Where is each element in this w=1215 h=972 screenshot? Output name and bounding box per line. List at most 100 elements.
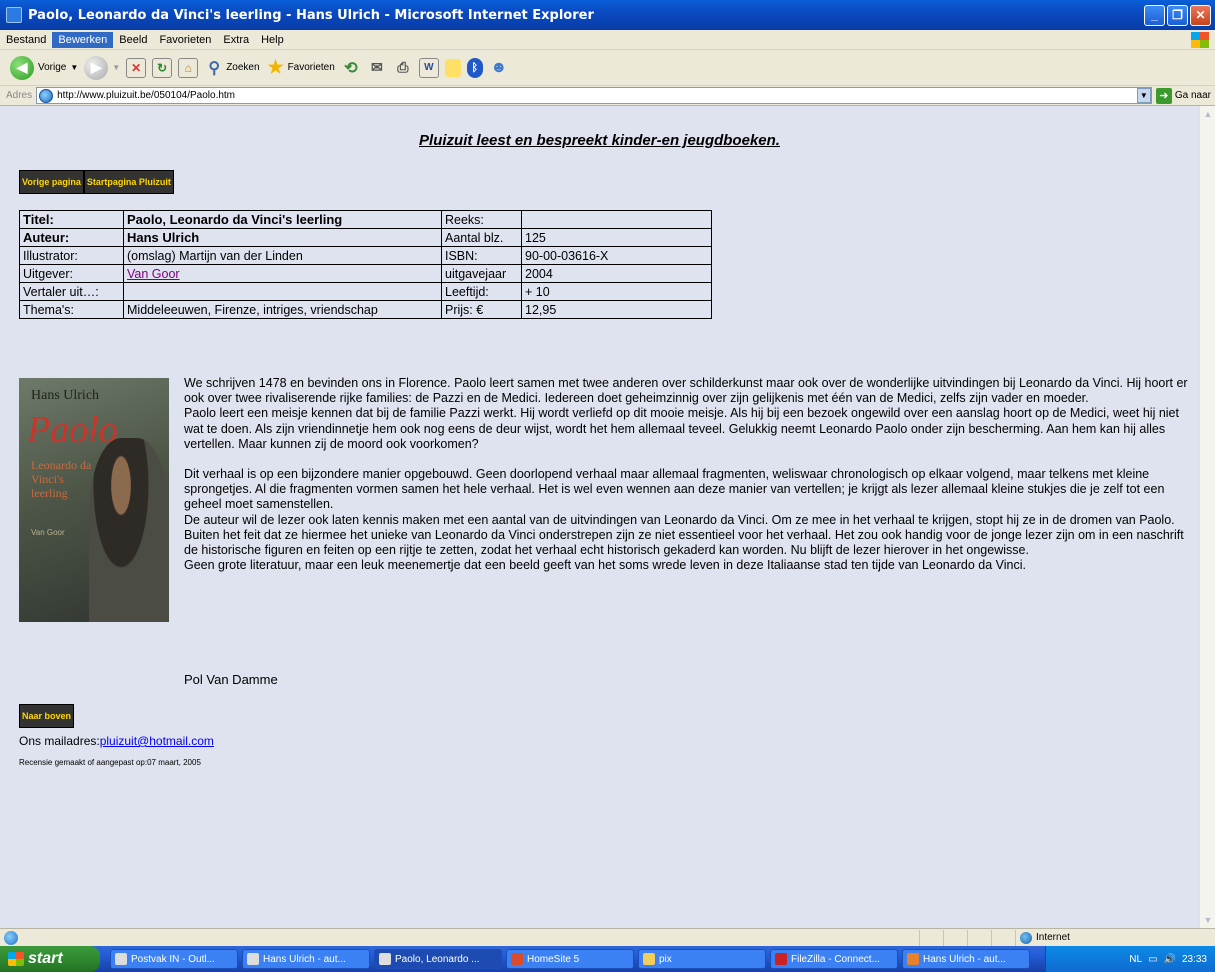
volume-icon[interactable]: 🔊 (1164, 954, 1176, 965)
book-info-table: Titel: Paolo, Leonardo da Vinci's leerli… (19, 210, 712, 319)
security-zone: Internet (1015, 929, 1215, 946)
age-label: Leeftijd: (441, 282, 522, 301)
back-dropdown-icon[interactable]: ▼ (70, 63, 78, 72)
taskbar-item[interactable]: Hans Ulrich - aut... (902, 949, 1030, 969)
system-tray: NL ▭ 🔊 23:33 (1045, 946, 1215, 972)
age-value: + 10 (521, 282, 712, 301)
mail-line: Ons mailadres:pluizuit@hotmail.com (19, 734, 214, 748)
refresh-icon[interactable]: ↻ (152, 57, 173, 78)
ie-app-icon (6, 7, 22, 23)
print-icon[interactable]: ⎙ (393, 58, 413, 78)
toolbar: ◀ Vorige ▼ ▶ ▼ ✕ ↻ ⌂ ⚲ Zoeken ★ Favoriet… (0, 50, 1215, 86)
year-value: 2004 (521, 264, 712, 283)
home-icon[interactable]: ⌂ (178, 57, 199, 78)
history-icon[interactable]: ⟲ (341, 58, 361, 78)
windows-flag-icon (8, 952, 24, 966)
address-input[interactable]: http://www.pluizuit.be/050104/Paolo.htm … (36, 87, 1152, 104)
page-status-icon (4, 930, 18, 945)
cover-title: Paolo (27, 409, 118, 451)
bluetooth-icon[interactable]: ᛒ (466, 57, 483, 78)
review-paragraph: De auteur wil de lezer ook laten kennis … (184, 512, 1184, 558)
publisher-cell: Van Goor (123, 264, 442, 283)
note-icon[interactable] (444, 58, 461, 77)
taskbar-item-label: pix (659, 953, 672, 965)
address-url: http://www.pluizuit.be/050104/Paolo.htm (57, 90, 236, 101)
page-content: Pluizuit leest en bespreekt kinder-en je… (0, 106, 1199, 928)
taskbar-item-label: FileZilla - Connect... (791, 953, 880, 965)
menu-extra[interactable]: Extra (217, 32, 255, 48)
review-paragraph: We schrijven 1478 en bevinden ons in Flo… (184, 376, 1188, 406)
clock[interactable]: 23:33 (1182, 954, 1207, 965)
messenger-icon[interactable]: ☻ (489, 58, 509, 78)
menu-bewerken[interactable]: Bewerken (52, 31, 114, 48)
cover-publisher: Van Goor (31, 528, 65, 537)
title-label: Titel: (19, 210, 124, 229)
back-to-top-button[interactable]: Naar boven (19, 704, 75, 728)
forward-dropdown-icon[interactable]: ▼ (112, 63, 120, 72)
menu-favorieten[interactable]: Favorieten (153, 32, 217, 48)
title-value: Paolo, Leonardo da Vinci's leerling (123, 210, 442, 229)
go-button[interactable]: ➜ Ga naar (1155, 87, 1211, 104)
address-label: Adres (6, 90, 33, 101)
maximize-button[interactable]: ❐ (1167, 4, 1188, 26)
stop-icon[interactable]: ✕ (126, 57, 147, 78)
ie-window: Paolo, Leonardo da Vinci's leerling - Ha… (0, 0, 1215, 972)
scroll-down-icon[interactable]: ▼ (1200, 912, 1215, 928)
publisher-link[interactable]: Van Goor (127, 267, 180, 281)
review-paragraph: Dit verhaal is op een bijzondere manier … (184, 467, 1165, 512)
outlook-icon (115, 953, 127, 965)
language-indicator[interactable]: NL (1129, 954, 1142, 965)
cover-illustration (89, 438, 169, 622)
start-button[interactable]: start (0, 946, 100, 972)
taskbar-item-active[interactable]: Paolo, Leonardo ... (374, 949, 502, 969)
network-icon[interactable]: ▭ (1148, 954, 1157, 965)
themes-label: Thema's: (19, 300, 124, 319)
word-edit-icon[interactable]: W (418, 57, 439, 78)
back-button[interactable]: ◀ Vorige ▼ (10, 55, 78, 80)
back-label: Vorige (38, 62, 67, 73)
address-dropdown-icon[interactable]: ▼ (1136, 88, 1151, 103)
table-row: Thema's: Middeleeuwen, Firenze, intriges… (19, 300, 712, 319)
start-label: start (28, 950, 63, 967)
page-icon (39, 88, 54, 103)
zone-label: Internet (1036, 932, 1070, 943)
table-row: Illustrator: (omslag) Martijn van der Li… (19, 246, 712, 265)
year-label: uitgavejaar (441, 264, 522, 283)
menu-help[interactable]: Help (255, 32, 290, 48)
mail-icon[interactable]: ✉ (367, 58, 387, 78)
prev-page-button[interactable]: Vorige pagina (19, 170, 84, 194)
table-row: Titel: Paolo, Leonardo da Vinci's leerli… (19, 210, 712, 229)
book-cover-image: Hans Ulrich Paolo Leonardo da Vinci's le… (19, 378, 169, 622)
page-viewport: Pluizuit leest en bespreekt kinder-en je… (0, 106, 1215, 928)
mail-link[interactable]: pluizuit@hotmail.com (100, 734, 214, 748)
vertical-scrollbar[interactable]: ▲ ▼ (1199, 106, 1215, 928)
menu-beeld[interactable]: Beeld (113, 32, 153, 48)
pages-value: 125 (521, 228, 712, 247)
globe-icon (1020, 931, 1032, 944)
favorites-button[interactable]: ★ Favorieten (266, 57, 334, 78)
illustrator-value: (omslag) Martijn van der Linden (123, 246, 442, 265)
table-row: Uitgever: Van Goor uitgavejaar 2004 (19, 264, 712, 283)
taskbar-item-label: HomeSite 5 (527, 953, 580, 965)
taskbar-item[interactable]: pix (638, 949, 766, 969)
taskbar-item[interactable]: Hans Ulrich - aut... (242, 949, 370, 969)
home-page-button[interactable]: Startpagina Pluizuit (83, 170, 174, 194)
forward-button[interactable]: ▶ ▼ (84, 55, 120, 80)
close-button[interactable]: ✕ (1190, 4, 1211, 26)
search-button[interactable]: ⚲ Zoeken (204, 58, 259, 78)
minimize-button[interactable]: _ (1144, 4, 1165, 26)
taskbar-item[interactable]: Postvak IN - Outl... (110, 949, 238, 969)
scroll-up-icon[interactable]: ▲ (1200, 106, 1215, 122)
taskbar: start Postvak IN - Outl... Hans Ulrich -… (0, 946, 1215, 972)
isbn-label: ISBN: (441, 246, 522, 265)
menu-bestand[interactable]: Bestand (0, 32, 52, 48)
taskbar-item[interactable]: FileZilla - Connect... (770, 949, 898, 969)
taskbar-item-label: Paolo, Leonardo ... (395, 953, 480, 965)
revised-date: Recensie gemaakt of aangepast op:07 maar… (19, 758, 201, 767)
firefox-icon (907, 953, 919, 965)
series-value (521, 210, 712, 229)
review-paragraph: Geen grote literatuur, maar een leuk mee… (184, 558, 1026, 573)
cover-subtitle: Leonardo da Vinci's leerling (31, 458, 92, 500)
homesite-icon (511, 953, 523, 965)
taskbar-item[interactable]: HomeSite 5 (506, 949, 634, 969)
